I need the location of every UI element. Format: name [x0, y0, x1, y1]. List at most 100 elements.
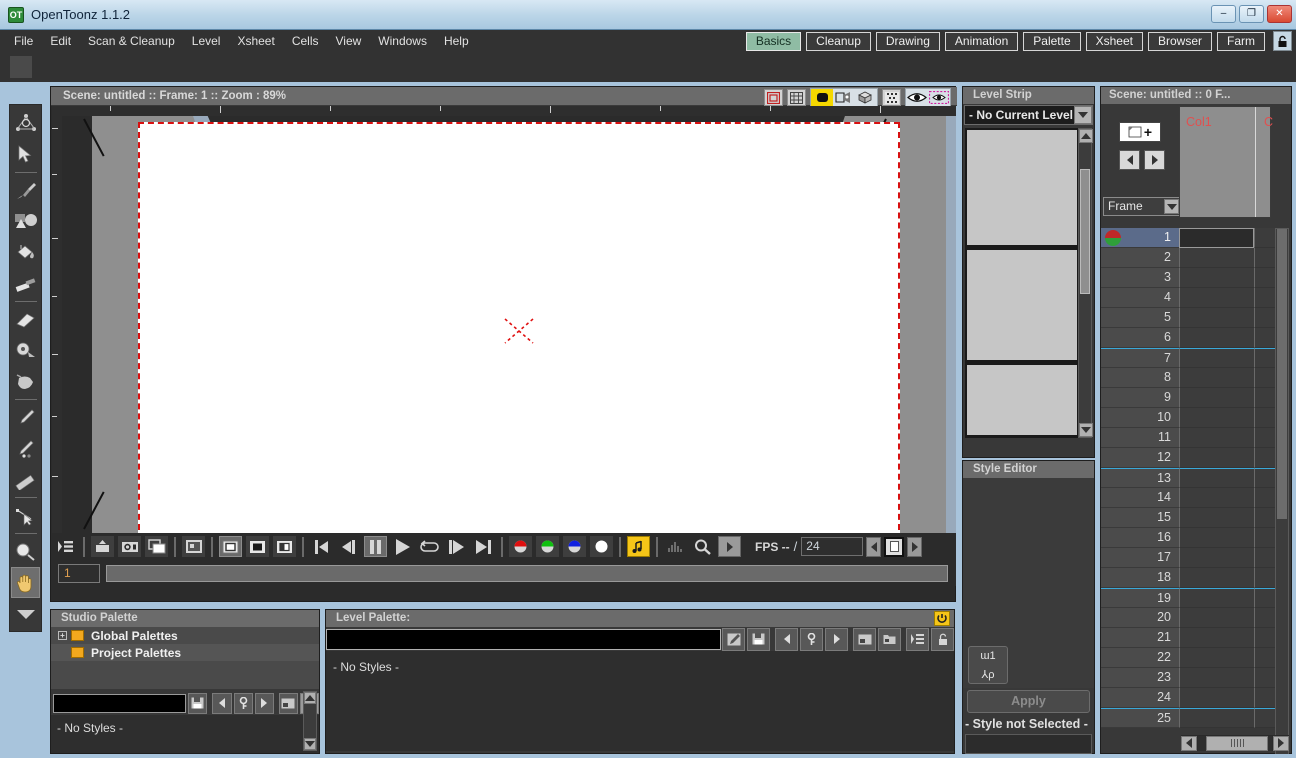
scroll-left-button[interactable]: [1181, 735, 1197, 751]
viewer-stage[interactable]: [62, 116, 956, 533]
new-style-icon[interactable]: [853, 627, 876, 651]
xsheet-frame-number[interactable]: 12: [1101, 448, 1179, 468]
scroll-thumb[interactable]: [1080, 169, 1090, 294]
menu-scan-cleanup[interactable]: Scan & Cleanup: [80, 32, 183, 50]
column-name-col1[interactable]: Col1: [1186, 115, 1212, 129]
xsheet-row[interactable]: 20: [1101, 608, 1291, 628]
field-guide-icon[interactable]: [787, 89, 806, 106]
xsheet-cell[interactable]: [1179, 408, 1254, 428]
control-point-editor-tool[interactable]: [11, 500, 40, 531]
studio-palette-scrollbar[interactable]: [303, 691, 317, 751]
xsheet-row[interactable]: 7: [1101, 348, 1291, 368]
save-palette-icon[interactable]: [188, 692, 208, 714]
room-tab-palette[interactable]: Palette: [1023, 31, 1081, 51]
xsheet-row[interactable]: 9: [1101, 388, 1291, 408]
level-strip-frame-cell[interactable]: [967, 365, 1077, 435]
xsheet-row[interactable]: 14: [1101, 488, 1291, 508]
level-strip-frames[interactable]: [965, 128, 1079, 438]
next-frame-icon[interactable]: [445, 536, 468, 557]
xsheet-frame-number[interactable]: 20: [1101, 608, 1179, 628]
checkered-bg-icon[interactable]: [273, 536, 296, 557]
xsheet-row[interactable]: 19: [1101, 588, 1291, 608]
hscroll-thumb[interactable]: [1206, 735, 1268, 751]
xsheet-cell[interactable]: [1179, 268, 1254, 288]
flip-console-menu-icon[interactable]: [54, 536, 77, 557]
xsheet-frame-number[interactable]: 17: [1101, 548, 1179, 568]
tool-options-handle[interactable]: [10, 56, 32, 78]
checkboard-icon[interactable]: [882, 89, 901, 106]
prev-column-button[interactable]: [1119, 150, 1140, 170]
key-icon[interactable]: [233, 692, 253, 714]
xsheet-cell[interactable]: [1179, 668, 1254, 688]
xsheet-row[interactable]: 22: [1101, 648, 1291, 668]
next-column-button[interactable]: [1144, 150, 1165, 170]
preview-eye-icon[interactable]: [906, 89, 928, 106]
black-bg-icon[interactable]: [246, 536, 269, 557]
xsheet-cell[interactable]: [1179, 608, 1254, 628]
next-key-icon[interactable]: [825, 627, 848, 651]
xsheet-row[interactable]: 2: [1101, 248, 1291, 268]
xsheet-frame-number[interactable]: 15: [1101, 508, 1179, 528]
red-channel-icon[interactable]: [509, 536, 532, 557]
xsheet-frame-number[interactable]: 14: [1101, 488, 1179, 508]
xsheet-column-headers[interactable]: Col1 C: [1179, 106, 1273, 218]
style-editor-bottom-field[interactable]: [965, 734, 1092, 754]
menu-windows[interactable]: Windows: [370, 32, 435, 50]
room-tab-farm[interactable]: Farm: [1217, 31, 1265, 51]
ruler-tool[interactable]: [11, 464, 40, 495]
room-tab-xsheet[interactable]: Xsheet: [1085, 31, 1143, 51]
geometric-tool[interactable]: [11, 206, 40, 237]
close-button[interactable]: ✕: [1267, 5, 1292, 23]
current-frame-field[interactable]: 1: [58, 563, 100, 583]
xsheet-row[interactable]: 12: [1101, 448, 1291, 468]
matte-channel-icon[interactable]: [590, 536, 613, 557]
hand-tool[interactable]: [11, 567, 40, 598]
camera-frame[interactable]: [138, 122, 900, 533]
white-bg-icon[interactable]: [219, 536, 242, 557]
finger-tool[interactable]: [11, 366, 40, 397]
xsheet-row[interactable]: 25: [1101, 708, 1291, 728]
scroll-thumb[interactable]: [1277, 229, 1287, 519]
room-tab-browser[interactable]: Browser: [1147, 31, 1212, 51]
room-tab-animation[interactable]: Animation: [944, 31, 1019, 51]
xsheet-row[interactable]: 8: [1101, 368, 1291, 388]
last-frame-icon[interactable]: [472, 536, 495, 557]
menu-cells[interactable]: Cells: [284, 32, 327, 50]
xsheet-cell[interactable]: [1179, 688, 1254, 708]
scroll-right-button[interactable]: [1273, 735, 1289, 751]
level-strip-frame-cell[interactable]: [967, 250, 1077, 360]
xsheet-row[interactable]: 16: [1101, 528, 1291, 548]
viewer-ruler-top[interactable]: [52, 106, 956, 116]
xsheet-frame-number[interactable]: 22: [1101, 648, 1179, 668]
palette-menu-icon[interactable]: [906, 627, 929, 651]
xsheet-frame-number[interactable]: 4: [1101, 288, 1179, 308]
xsheet-cell[interactable]: [1179, 568, 1254, 588]
rgb-picker-tool[interactable]: [11, 433, 40, 464]
next-key-icon[interactable]: [254, 692, 274, 714]
room-tab-drawing[interactable]: Drawing: [875, 31, 940, 51]
xsheet-cell[interactable]: [1179, 628, 1254, 648]
animate-tool[interactable]: [11, 108, 40, 139]
new-style-icon[interactable]: [278, 692, 298, 714]
menu-file[interactable]: File: [6, 32, 41, 50]
prev-frame-icon[interactable]: [337, 536, 360, 557]
xsheet-frame-number[interactable]: 25: [1101, 708, 1179, 728]
minimize-button[interactable]: –: [1211, 5, 1236, 23]
xsheet-frame-number[interactable]: 23: [1101, 668, 1179, 688]
xsheet-frame-number[interactable]: 1: [1101, 228, 1179, 248]
xsheet-cell[interactable]: [1179, 448, 1254, 468]
xsheet-cell[interactable]: [1179, 328, 1254, 348]
unlock-palette-icon[interactable]: [931, 627, 954, 651]
xsheet-row[interactable]: 1: [1101, 228, 1291, 248]
viewer-canvas[interactable]: [52, 106, 956, 533]
tree-item-project-palettes[interactable]: Project Palettes: [51, 644, 319, 661]
histogram-icon[interactable]: [664, 536, 687, 557]
power-icon[interactable]: [934, 611, 950, 626]
xsheet-row[interactable]: 11: [1101, 428, 1291, 448]
xsheet-row[interactable]: 21: [1101, 628, 1291, 648]
fps-field[interactable]: 24: [801, 537, 864, 556]
paintbrush-tool[interactable]: [11, 268, 40, 299]
room-tab-cleanup[interactable]: Cleanup: [806, 31, 871, 51]
level-strip-scrollbar[interactable]: [1078, 128, 1093, 438]
key-icon[interactable]: [800, 627, 823, 651]
